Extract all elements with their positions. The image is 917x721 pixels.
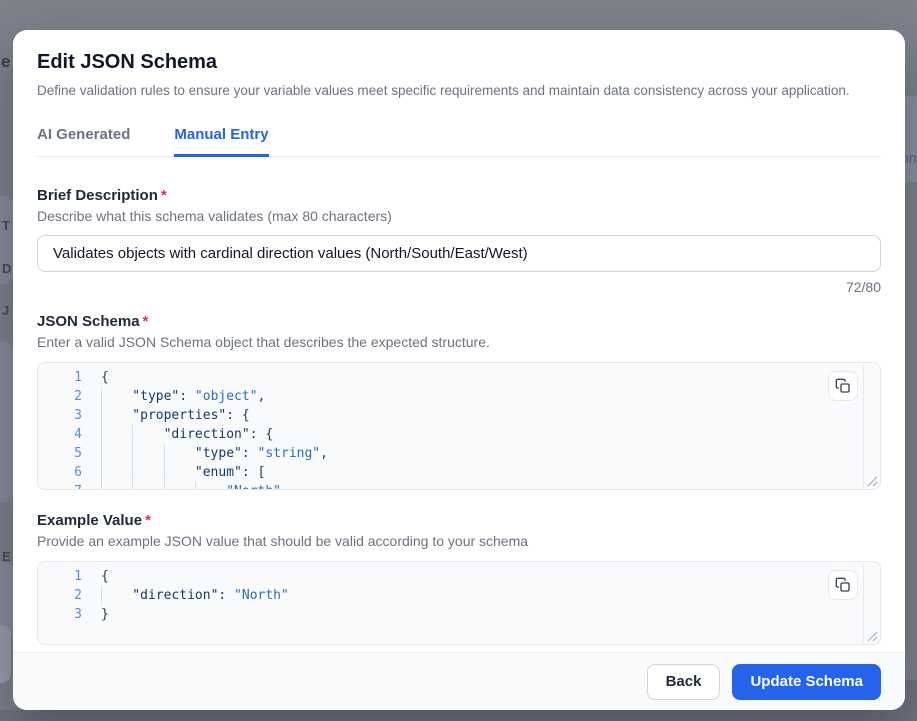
dialog-title: Edit JSON Schema [37,50,881,74]
json-schema-helper: Enter a valid JSON Schema object that de… [37,332,881,352]
example-value-label: Example Value* [37,511,881,530]
label-text: JSON Schema [37,313,140,330]
tab-manual-entry[interactable]: Manual Entry [174,125,268,157]
tab-bar: AI Generated Manual Entry [37,125,881,157]
dialog-header: Edit JSON Schema Define validation rules… [13,30,905,101]
edit-json-schema-dialog: Edit JSON Schema Define validation rules… [13,30,905,710]
json-schema-group: JSON Schema* Enter a valid JSON Schema o… [37,312,881,490]
required-marker: * [143,313,149,330]
copy-button[interactable] [828,371,858,401]
background-card-fragment [0,342,13,502]
brief-description-input[interactable] [37,235,881,272]
editor-scrollbar[interactable] [863,563,864,643]
example-value-helper: Provide an example JSON value that shoul… [37,531,881,551]
brief-description-helper: Describe what this schema validates (max… [37,206,881,226]
label-text: Brief Description [37,187,158,204]
background-card-fragment [0,625,11,683]
editor-scrollbar[interactable] [863,364,864,488]
dialog-body: Brief Description* Describe what this sc… [13,157,905,645]
brief-description-label: Brief Description* [37,186,881,205]
back-button[interactable]: Back [647,664,721,700]
tab-ai-generated[interactable]: AI Generated [37,125,130,157]
background-text-fragment: e [1,52,10,72]
code-lines: 1{2"direction": "North"3} [38,562,880,624]
resize-handle-icon[interactable] [867,476,878,487]
resize-handle-icon[interactable] [867,631,878,642]
character-counter: 72/80 [37,278,881,296]
copy-icon [835,577,851,593]
label-text: Example Value [37,512,142,529]
json-schema-label: JSON Schema* [37,312,881,331]
background-band [0,710,917,721]
json-schema-editor[interactable]: 1{2"type": "object",3"properties": {4"di… [37,362,881,490]
example-value-editor[interactable]: 1{2"direction": "North"3} [37,561,881,645]
dialog-subtitle: Define validation rules to ensure your v… [37,81,881,101]
example-value-group: Example Value* Provide an example JSON v… [37,511,881,645]
background-text-fragment: J [2,303,9,318]
dialog-footer: Back Update Schema [13,652,905,710]
required-marker: * [161,187,167,204]
screen: { "colors": { "accent": "#2563eb", "over… [0,0,917,721]
brief-description-group: Brief Description* Describe what this sc… [37,186,881,296]
required-marker: * [145,512,151,529]
copy-button[interactable] [828,570,858,600]
update-schema-button[interactable]: Update Schema [732,664,881,700]
code-lines: 1{2"type": "object",3"properties": {4"di… [38,363,880,490]
background-card-fragment [0,196,13,284]
copy-icon [835,378,851,394]
